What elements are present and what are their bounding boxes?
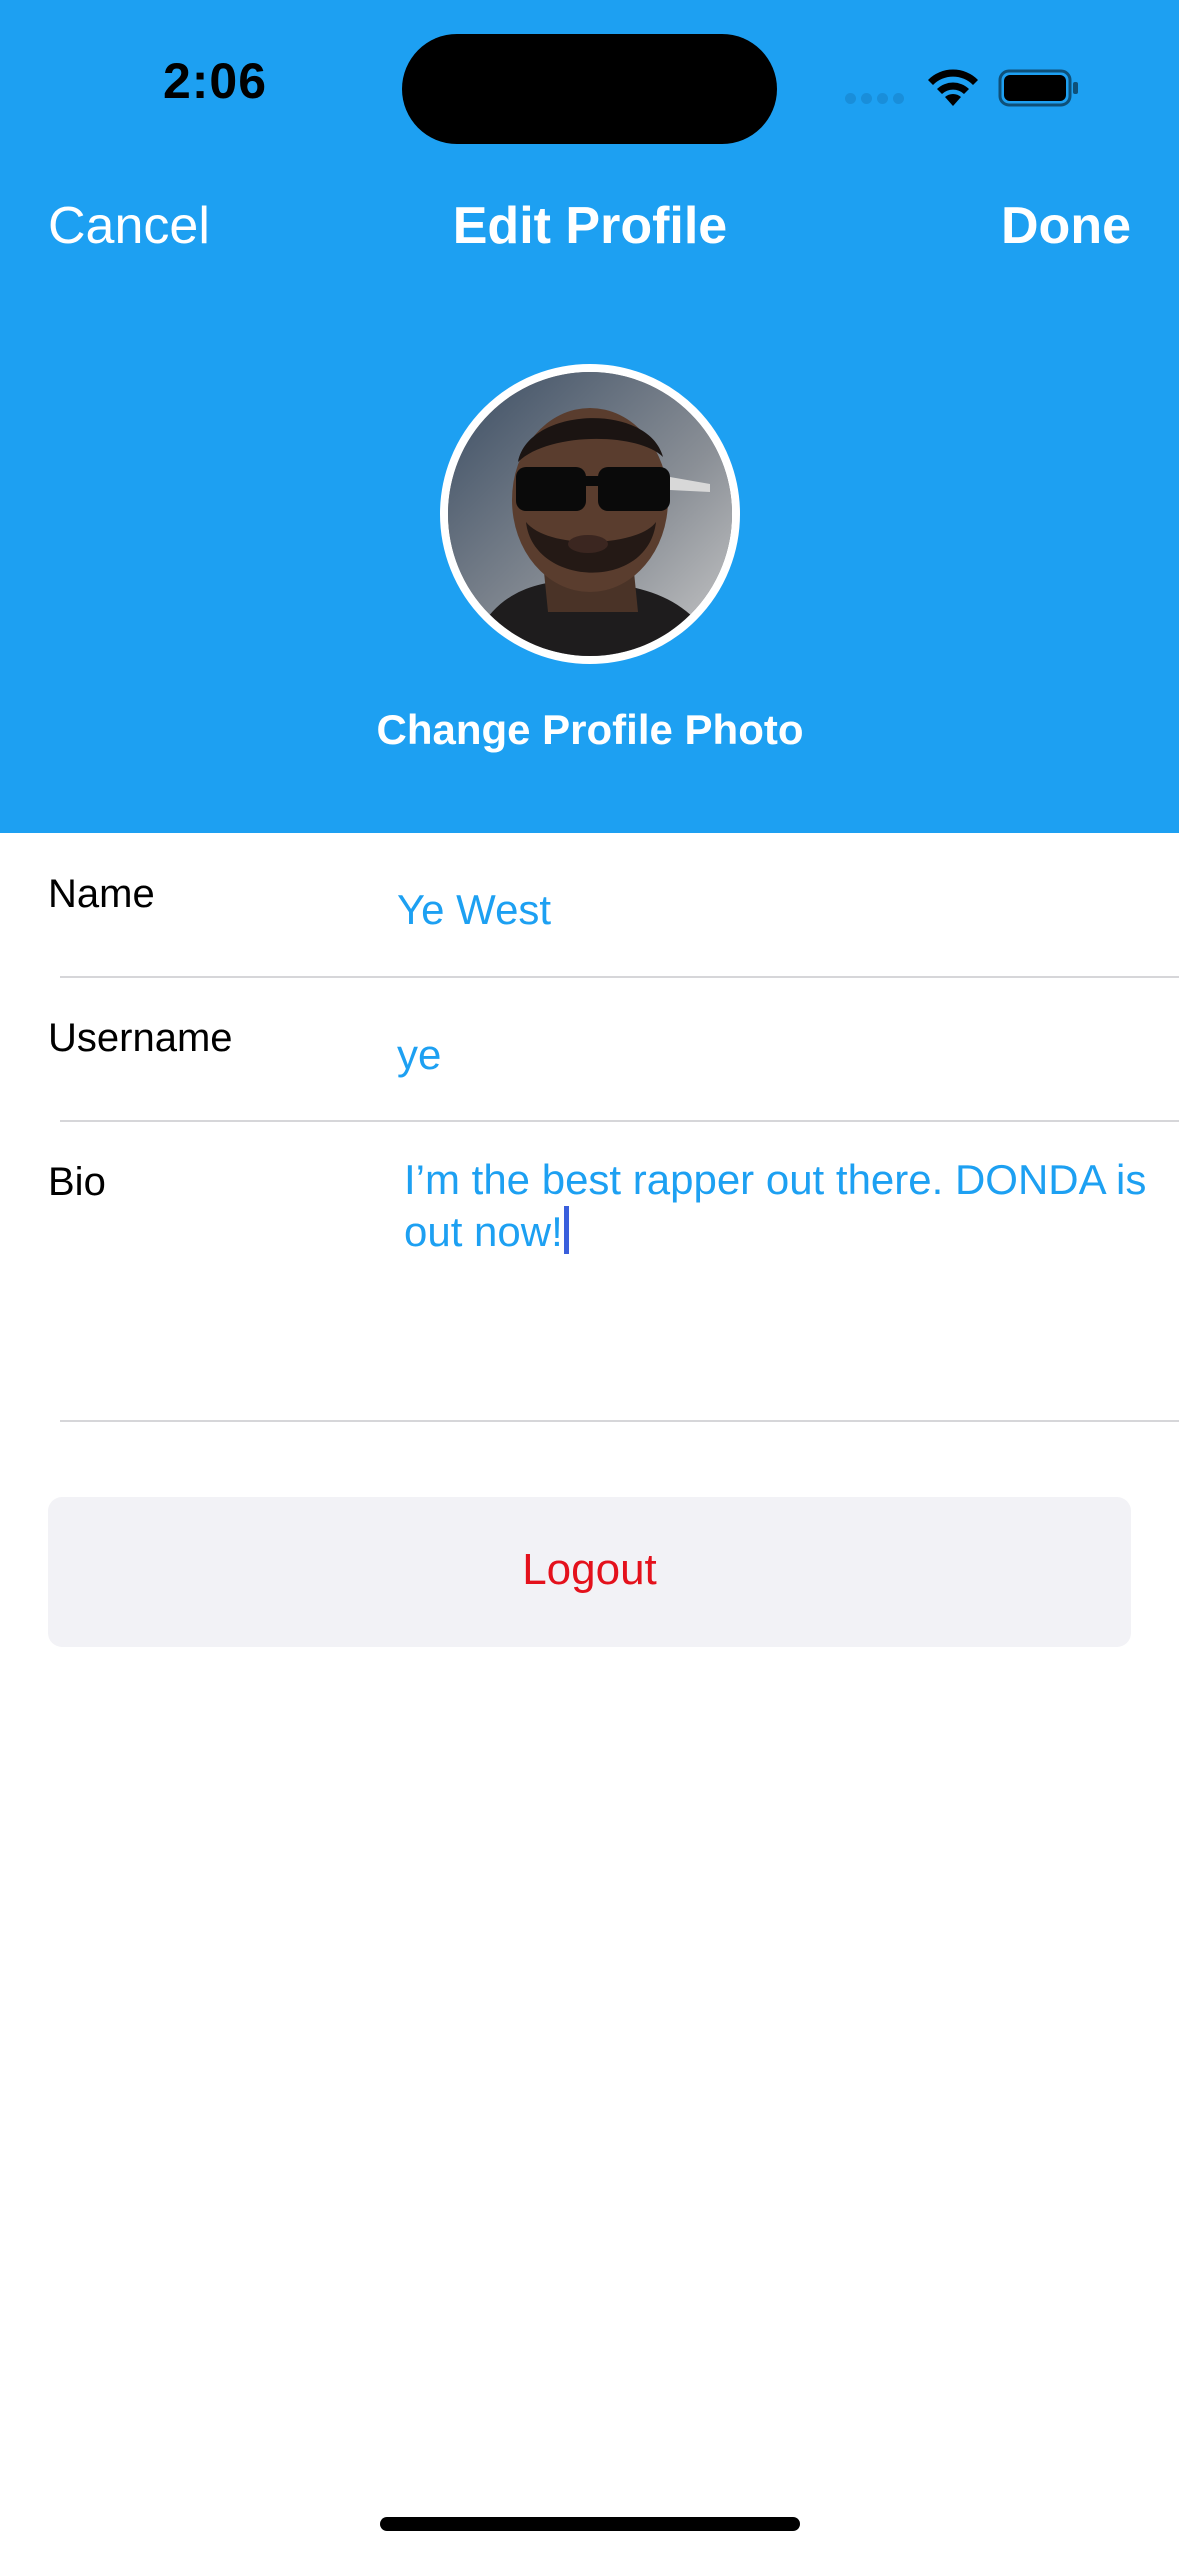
divider [60, 976, 1179, 978]
username-label: Username [48, 1016, 233, 1060]
divider [60, 1120, 1179, 1122]
page-title: Edit Profile [452, 197, 728, 255]
dynamic-island [402, 34, 777, 144]
battery-icon [998, 69, 1080, 107]
name-field[interactable]: Ye West [397, 886, 551, 934]
bio-field[interactable]: I’m the best rapper out there. DONDA is … [404, 1154, 1164, 1258]
cancel-button[interactable]: Cancel [48, 196, 210, 256]
cellular-signal-icon [845, 93, 905, 107]
text-cursor [563, 1206, 569, 1254]
username-field[interactable]: ye [397, 1031, 441, 1079]
done-button[interactable]: Done [1001, 196, 1131, 256]
home-indicator[interactable] [380, 2517, 800, 2531]
wifi-icon [925, 66, 981, 108]
name-label: Name [48, 872, 155, 916]
profile-header: 2:06 Cancel Edit Profile Done Change Pro… [0, 0, 1179, 833]
bio-label: Bio [48, 1160, 106, 1204]
bio-text: I’m the best rapper out there. DONDA is … [404, 1156, 1147, 1255]
profile-avatar[interactable] [440, 364, 740, 664]
change-profile-photo-button[interactable]: Change Profile Photo [290, 706, 890, 754]
logout-label: Logout [522, 1545, 657, 1594]
logout-button[interactable]: Logout [48, 1497, 1131, 1647]
status-time: 2:06 [162, 53, 268, 109]
divider [60, 1420, 1179, 1422]
